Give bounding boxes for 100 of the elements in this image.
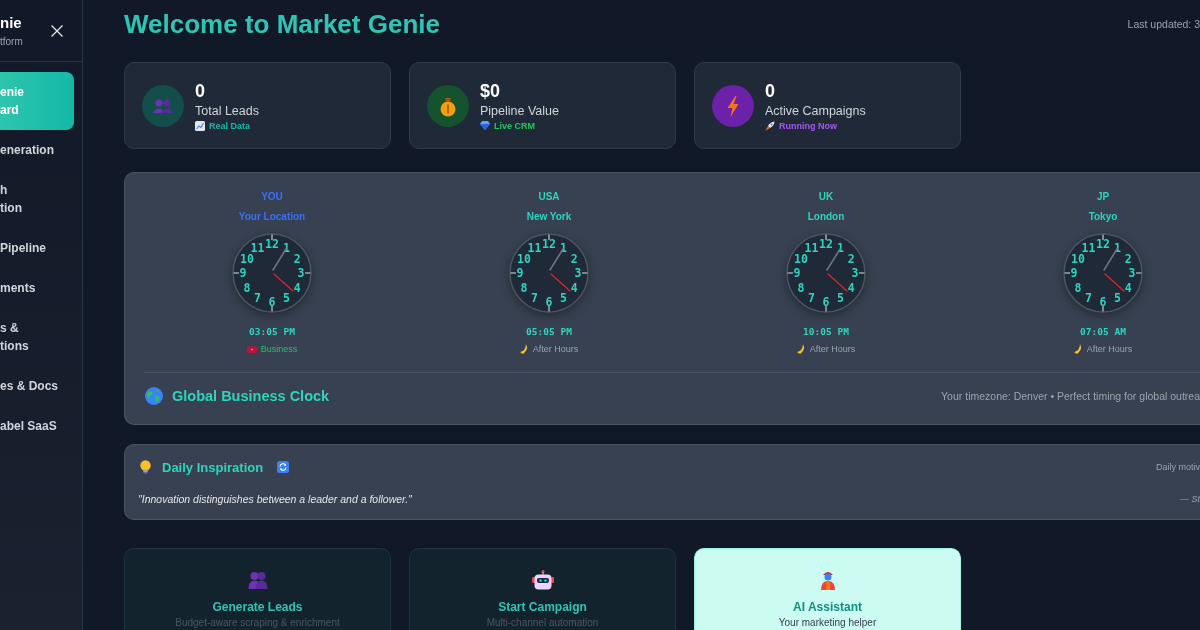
city-name: London (807, 210, 845, 224)
dial-numeral: 2 (847, 251, 855, 266)
city-name: New York (526, 210, 572, 224)
dial-numeral: 5 (1114, 291, 1121, 306)
stat-note: Live CRM (494, 119, 535, 132)
nav-item[interactable]: s & tions (0, 308, 74, 366)
clock-time: 03:05 PM (249, 325, 295, 339)
dial-numeral: 5 (560, 291, 567, 306)
clock-hand (1104, 273, 1125, 292)
dial-numeral: 3 (574, 266, 582, 280)
dial-numeral: 8 (797, 280, 805, 295)
dial-numeral: 8 (1074, 280, 1082, 295)
dial-numeral: 6 (268, 295, 276, 309)
dial-numeral: 4 (847, 280, 855, 295)
dial-numeral: 12 (1096, 237, 1110, 251)
dial-numeral: 2 (293, 251, 301, 266)
stat-label: Pipeline Value (480, 102, 559, 119)
dial-numeral: 6 (822, 295, 830, 309)
dial-numeral: 1 (1114, 240, 1121, 255)
dial-numeral: 3 (1128, 266, 1136, 280)
moon-icon (1073, 344, 1083, 354)
dial-numeral: 9 (1070, 266, 1078, 280)
people-icon (142, 84, 184, 127)
stat-value: $0 (480, 79, 501, 102)
brand-tagline: tform (0, 35, 23, 48)
dial-numeral: 2 (1124, 251, 1132, 266)
clock-hand (550, 273, 571, 292)
dial-numeral: 12 (265, 237, 279, 251)
nav-item[interactable]: es & Docs (0, 366, 74, 406)
country-code: JP (1096, 190, 1110, 204)
side-note: Daily motiv (1156, 462, 1200, 472)
stat-label: Active Campaigns (765, 102, 866, 119)
dial-numeral: 5 (837, 291, 844, 306)
refresh-button[interactable] (277, 461, 290, 473)
refresh-icon (277, 461, 290, 473)
dial-numeral: 4 (570, 280, 578, 295)
dial-numeral: 6 (545, 295, 553, 309)
stat-note: Real Data (209, 119, 251, 132)
close-button[interactable] (49, 22, 65, 39)
nav-item[interactable]: eneration (0, 130, 74, 170)
clock-time: 07:05 AM (1080, 325, 1126, 339)
clock-time: 10:05 PM (803, 325, 849, 339)
robot-icon (531, 570, 554, 590)
nav-item[interactable]: h tion (0, 170, 74, 228)
clock-status: After Hours (532, 343, 579, 356)
dial-numeral: 7 (808, 291, 815, 306)
dial-numeral: 8 (520, 280, 528, 295)
dial-numeral: 1 (283, 240, 290, 255)
globe-icon (145, 387, 163, 405)
page-title: Welcome to Market Genie (124, 8, 440, 40)
dial-numeral: 12 (542, 237, 556, 251)
dial-numeral: 9 (239, 266, 247, 280)
clock-status: After Hours (1086, 343, 1133, 356)
clock-hand (827, 273, 848, 292)
dial-numeral: 7 (254, 291, 261, 306)
dial-numeral: 3 (297, 266, 305, 280)
money-bag-icon (427, 84, 469, 127)
lightning-icon (712, 84, 754, 127)
rocket-icon (765, 120, 775, 131)
quote-author: — St (1180, 494, 1200, 504)
stat-label: Total Leads (195, 102, 259, 119)
city-name: Your Location (238, 210, 306, 224)
moon-icon (796, 344, 806, 354)
section-title: Daily Inspiration (162, 459, 264, 475)
action-card[interactable]: AI Assistant Your marketing helper (694, 548, 961, 630)
moon-icon (519, 344, 529, 354)
country-code: USA (538, 190, 560, 204)
section-title: Global Business Clock (172, 388, 330, 404)
clock-time: 05:05 PM (526, 325, 572, 339)
dial-numeral: 7 (1085, 291, 1092, 306)
dial-numeral: 12 (819, 237, 833, 251)
clock-status: Business (260, 343, 298, 356)
dial-numeral: 4 (1124, 280, 1132, 295)
clock-hand (273, 273, 294, 292)
quote-text: "Innovation distinguishes between a leader and a follower." (138, 493, 412, 505)
dial-numeral: 1 (560, 240, 567, 255)
brand-name: nie (0, 14, 22, 32)
nav-item[interactable]: Pipeline (0, 228, 74, 268)
city-name: Tokyo (1088, 210, 1118, 224)
dial-numeral: 7 (531, 291, 538, 306)
timezone-note: Your timezone: Denver • Perfect timing for global outrea (941, 390, 1200, 402)
close-icon (51, 24, 63, 37)
dial-numeral: 6 (1099, 295, 1107, 309)
chart-icon (195, 120, 205, 131)
person-icon (819, 570, 836, 590)
dial-numeral: 2 (570, 251, 578, 266)
stat-note: Running Now (779, 119, 837, 132)
dial-numeral: 4 (293, 280, 301, 295)
last-updated: Last updated: 3 (1127, 18, 1200, 30)
dial-numeral: 9 (516, 266, 524, 280)
light-bulb-icon (140, 460, 151, 474)
stat-value: 0 (765, 79, 775, 102)
dial-numeral: 8 (243, 280, 251, 295)
dial-numeral: 1 (837, 240, 844, 255)
dial-numeral: 3 (851, 266, 859, 280)
nav-item[interactable]: abel SaaS (0, 406, 74, 446)
nav-item[interactable]: ments (0, 268, 74, 308)
country-code: YOU (261, 190, 283, 204)
clock-status: After Hours (809, 343, 856, 356)
briefcase-icon (246, 345, 257, 353)
